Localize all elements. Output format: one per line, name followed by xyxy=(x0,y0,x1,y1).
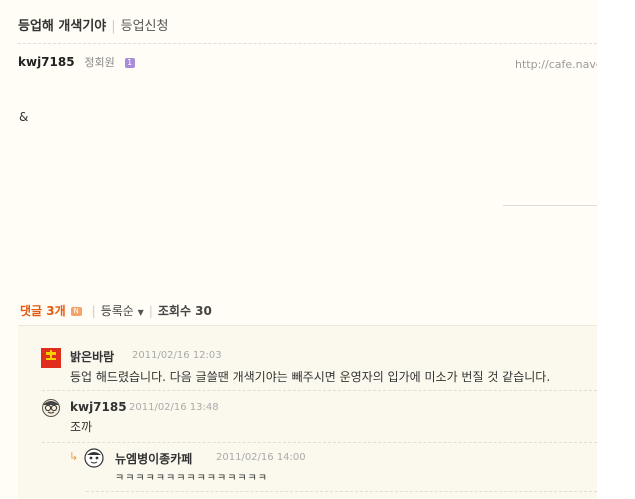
red-character-avatar-icon[interactable] xyxy=(41,348,61,368)
post-author-row: kwj7185 정회원 1 xyxy=(18,54,135,70)
post-category-link[interactable]: 등업신청 xyxy=(121,19,169,34)
comment-list: 밝은바람 2011/02/16 12:03 등업 해드렸습니다. 다음 글쓸땐 … xyxy=(18,325,597,499)
title-divider: | xyxy=(111,19,116,34)
comment-summary-bar: 댓글 3개 N | 등록순 ▼ | 조회수 30 xyxy=(20,302,212,319)
comment-text: 조까 xyxy=(70,420,93,434)
cartoon-face-avatar-icon[interactable] xyxy=(84,448,104,468)
post-panel: 등업해 개색기야 | 등업신청 kwj7185 정회원 1 http://cafe.… xyxy=(0,0,597,499)
comment-divider xyxy=(86,491,597,492)
post-author-grade: 정회원 xyxy=(84,56,115,69)
comment-author[interactable]: kwj7185 xyxy=(70,400,127,414)
comment-author[interactable]: 뉴엠병이종카페 xyxy=(115,450,192,467)
comment-date: 2011/02/16 12:03 xyxy=(132,350,222,361)
comment-divider xyxy=(42,442,597,443)
title-divider-line xyxy=(18,43,597,44)
comment-count-toggle[interactable]: 댓글 3개 xyxy=(20,304,66,318)
post-body: & xyxy=(19,110,29,124)
comment-text: ㅋㅋㅋㅋㅋㅋㅋㅋㅋㅋㅋㅋㅋㅋㅋ xyxy=(115,473,268,484)
comment-author[interactable]: 밝은바람 xyxy=(70,348,114,365)
page-margin xyxy=(597,0,635,499)
comment-divider xyxy=(42,390,597,391)
comment-date: 2011/02/16 14:00 xyxy=(216,452,306,463)
post-url-link[interactable]: http://cafe.nave xyxy=(515,58,597,71)
new-badge-icon: N xyxy=(70,307,82,316)
comment-text: 등업 해드렸습니다. 다음 글쓸땐 개색기야는 빼주시면 운영자의 입가에 미소… xyxy=(70,370,551,384)
view-count: 조회수 30 xyxy=(157,304,212,318)
signature-divider xyxy=(503,205,597,206)
glasses-face-avatar-icon[interactable] xyxy=(41,397,61,417)
sort-order-dropdown[interactable]: 등록순 xyxy=(101,304,134,318)
post-author-name[interactable]: kwj7185 xyxy=(18,55,75,69)
comment-date: 2011/02/16 13:48 xyxy=(129,402,219,413)
grade-badge-icon: 1 xyxy=(124,57,135,68)
post-title-row: 등업해 개색기야 | 등업신청 xyxy=(18,15,168,34)
post-title: 등업해 개색기야 xyxy=(18,19,107,34)
summary-divider: | xyxy=(148,304,153,318)
chevron-down-icon[interactable]: ▼ xyxy=(138,308,144,317)
summary-divider: | xyxy=(91,304,96,318)
reply-arrow-icon: ↳ xyxy=(69,450,79,463)
